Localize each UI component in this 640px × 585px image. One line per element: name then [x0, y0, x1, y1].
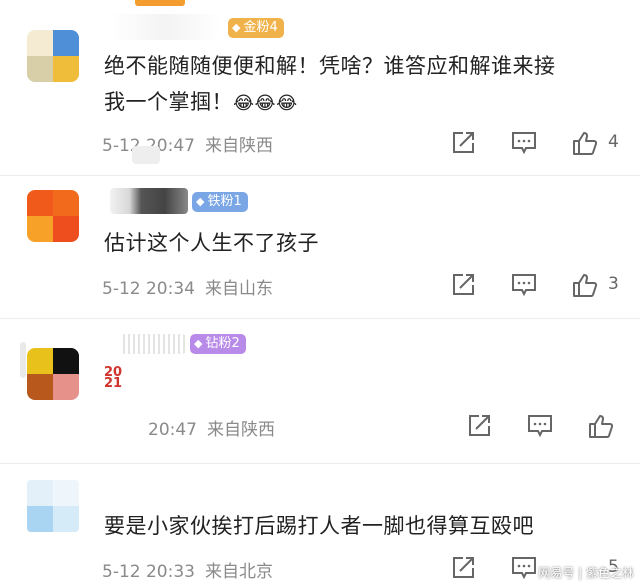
share-icon[interactable]	[466, 413, 492, 439]
thumbs-up-icon[interactable]	[572, 130, 598, 156]
avatar[interactable]	[27, 190, 79, 242]
timestamp: 5-12 20:33	[102, 562, 195, 582]
comment-meta: 5-12 20:34 来自山东	[102, 274, 273, 299]
comment-icon[interactable]	[511, 555, 537, 581]
diamond-gem-icon: ◆	[196, 195, 205, 208]
avatar[interactable]	[27, 348, 79, 400]
comment-icon[interactable]	[527, 413, 553, 439]
username-blurred[interactable]	[110, 14, 220, 40]
location: 来自陕西	[204, 136, 273, 156]
share-icon[interactable]	[450, 130, 476, 156]
diamond-gem-icon: ◆	[194, 337, 203, 350]
top-cutoff-badge	[135, 0, 185, 6]
like-count: 4	[608, 132, 619, 152]
watermark: 网易号 | 紫色之林	[538, 566, 634, 580]
avatar[interactable]	[27, 30, 79, 82]
like-count: 3	[608, 274, 619, 294]
comment-icon[interactable]	[511, 130, 537, 156]
share-icon[interactable]	[450, 272, 476, 298]
laugh-emoji-icon: 😂😂😂	[233, 93, 298, 114]
timestamp: 20:47	[148, 420, 197, 440]
avatar[interactable]	[27, 480, 79, 532]
divider	[0, 318, 640, 319]
fan-badge-diamond: ◆ 钻粉2	[190, 334, 246, 354]
location: 来自北京	[204, 562, 273, 582]
location: 来自陕西	[207, 420, 275, 440]
divider	[0, 463, 640, 464]
comment-meta: 5-12 20:47 来自陕西	[102, 131, 273, 156]
share-icon[interactable]	[450, 555, 476, 581]
location: 来自山东	[204, 279, 273, 299]
username-blurred[interactable]	[120, 334, 186, 354]
thumbs-up-icon[interactable]	[572, 272, 598, 298]
comment-text: 要是小家伙挨打后踢打人者一脚也得算互殴吧	[104, 514, 534, 538]
comment-text: 估计这个人生不了孩子	[104, 231, 319, 255]
thumbs-up-icon[interactable]	[588, 413, 614, 439]
comment-meta: 5-12 20:33 来自北京	[102, 557, 273, 582]
fan-badge-iron: ◆ 铁粉1	[192, 192, 248, 212]
username-blurred[interactable]	[110, 188, 188, 214]
comment-text-line2: 我一个掌掴！😂😂😂	[104, 90, 298, 114]
fan-badge-gold: ◆ 金粉4	[228, 18, 284, 38]
comment-meta: 20:47 来自陕西	[148, 415, 275, 440]
gold-gem-icon: ◆	[232, 21, 241, 34]
timestamp: 5-12 20:34	[102, 279, 195, 299]
comment-icon[interactable]	[511, 272, 537, 298]
divider	[0, 175, 640, 176]
comment-text: 绝不能随随便便和解！凭啥？谁答应和解谁来接	[104, 54, 556, 78]
sticker-2021: 2021	[104, 365, 123, 391]
